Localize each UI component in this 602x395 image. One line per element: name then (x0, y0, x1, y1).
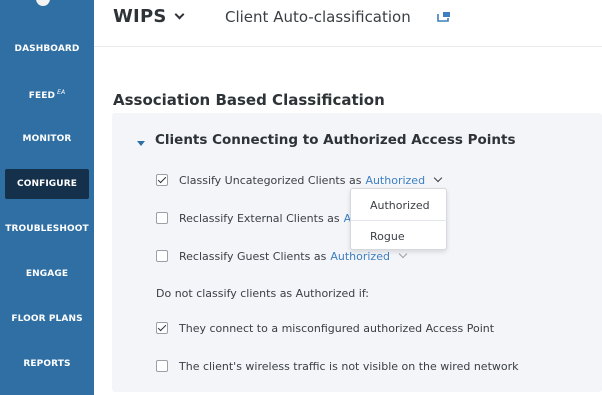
option-row: Reclassify External Clients as Auth (156, 210, 369, 226)
exception-row: They connect to a misconfigured authoriz… (156, 320, 494, 336)
sidebar-item-label: CONFIGURE (17, 179, 77, 189)
header: WIPS Client Auto-classification (94, 0, 602, 47)
sidebar-item-label: DASHBOARD (14, 44, 80, 54)
option-label: Classify Uncategorized Clients as (179, 173, 362, 187)
option-row: Classify Uncategorized Clients as Author… (156, 172, 443, 188)
sidebar-item-configure[interactable]: CONFIGURE (0, 179, 94, 189)
exception-label: They connect to a misconfigured authoriz… (179, 321, 495, 335)
classification-select[interactable]: Authorized (365, 174, 425, 187)
dropdown-divider (351, 220, 448, 221)
dropdown-option-authorized[interactable]: Authorized (370, 199, 430, 212)
option-label: Reclassify Guest Clients as (179, 249, 327, 263)
classification-select[interactable]: Authorized (330, 250, 390, 263)
exceptions-intro: Do not classify clients as Authorized if… (156, 287, 370, 300)
option-row: Reclassify Guest Clients as Authorized (156, 248, 408, 264)
sidebar-item-monitor[interactable]: MONITOR (0, 134, 94, 144)
classify-uncategorized-checkbox[interactable] (156, 174, 168, 186)
sidebar-item-feed[interactable]: FEED EA (0, 89, 94, 101)
subsection-title[interactable]: Clients Connecting to Authorized Access … (155, 132, 516, 148)
sidebar-item-reports[interactable]: REPORTS (0, 359, 94, 369)
exception-label: The client's wireless traffic is not vis… (179, 359, 519, 373)
section-title: Association Based Classification (113, 91, 385, 109)
classification-dropdown-menu: Authorized Rogue (350, 188, 448, 250)
sidebar-item-floor-plans[interactable]: FLOOR PLANS (0, 314, 94, 324)
sidebar-item-engage[interactable]: ENGAGE (0, 269, 94, 279)
chevron-down-icon[interactable] (433, 173, 443, 183)
reclassify-guest-checkbox[interactable] (156, 250, 168, 262)
chevron-down-icon[interactable] (398, 249, 408, 259)
external-link-icon[interactable] (437, 11, 451, 22)
sidebar-item-troubleshoot[interactable]: TROUBLESHOOT (0, 224, 94, 234)
reclassify-external-checkbox[interactable] (156, 212, 168, 224)
sidebar-item-label: FLOOR PLANS (11, 314, 83, 324)
dropdown-option-rogue[interactable]: Rogue (370, 230, 405, 243)
app-title[interactable]: WIPS (113, 6, 167, 27)
sidebar-item-label: TROUBLESHOOT (5, 224, 89, 234)
chevron-down-icon[interactable] (174, 9, 185, 20)
sidebar-item-dashboard[interactable]: DASHBOARD (0, 44, 94, 54)
page-title: Client Auto-classification (225, 8, 411, 26)
sidebar-item-label: FEED (28, 91, 56, 101)
misconfigured-ap-checkbox[interactable] (156, 322, 168, 334)
sidebar-item-label: ENGAGE (25, 269, 69, 279)
exception-row: The client's wireless traffic is not vis… (156, 358, 519, 374)
sidebar: DASHBOARD FEED EA MONITOR CONFIGURE TROUB… (0, 0, 94, 395)
wireless-traffic-checkbox[interactable] (156, 360, 168, 372)
caret-down-icon[interactable] (137, 141, 145, 146)
logo-icon (36, 0, 50, 6)
option-label: Reclassify External Clients as (179, 211, 340, 225)
feed-badge: EA (57, 89, 66, 96)
sidebar-item-label: REPORTS (23, 359, 71, 369)
sidebar-item-label: MONITOR (22, 134, 72, 144)
